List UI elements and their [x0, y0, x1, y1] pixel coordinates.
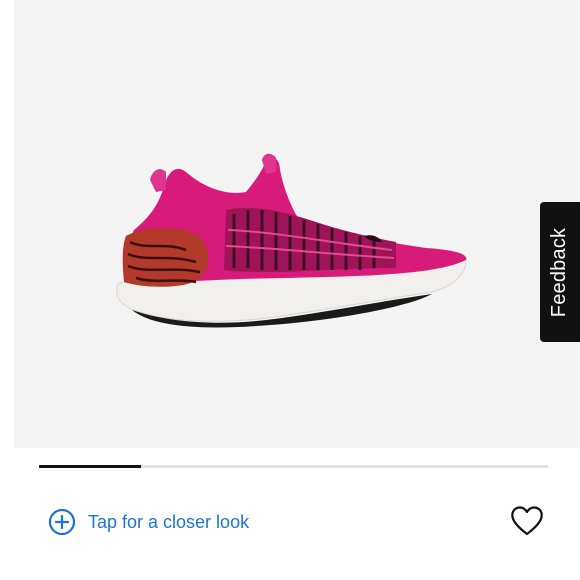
gallery-progress-fill [39, 465, 141, 468]
closer-look-label: Tap for a closer look [88, 511, 250, 532]
feedback-tab[interactable]: Feedback [540, 202, 580, 342]
heart-outline-icon[interactable] [510, 505, 544, 537]
closer-look-button[interactable]: Tap for a closer look [48, 506, 249, 538]
plus-circle-icon [48, 508, 76, 536]
product-image[interactable] [106, 150, 480, 330]
feedback-label: Feedback [548, 227, 571, 317]
gallery-progress-track [39, 465, 548, 468]
